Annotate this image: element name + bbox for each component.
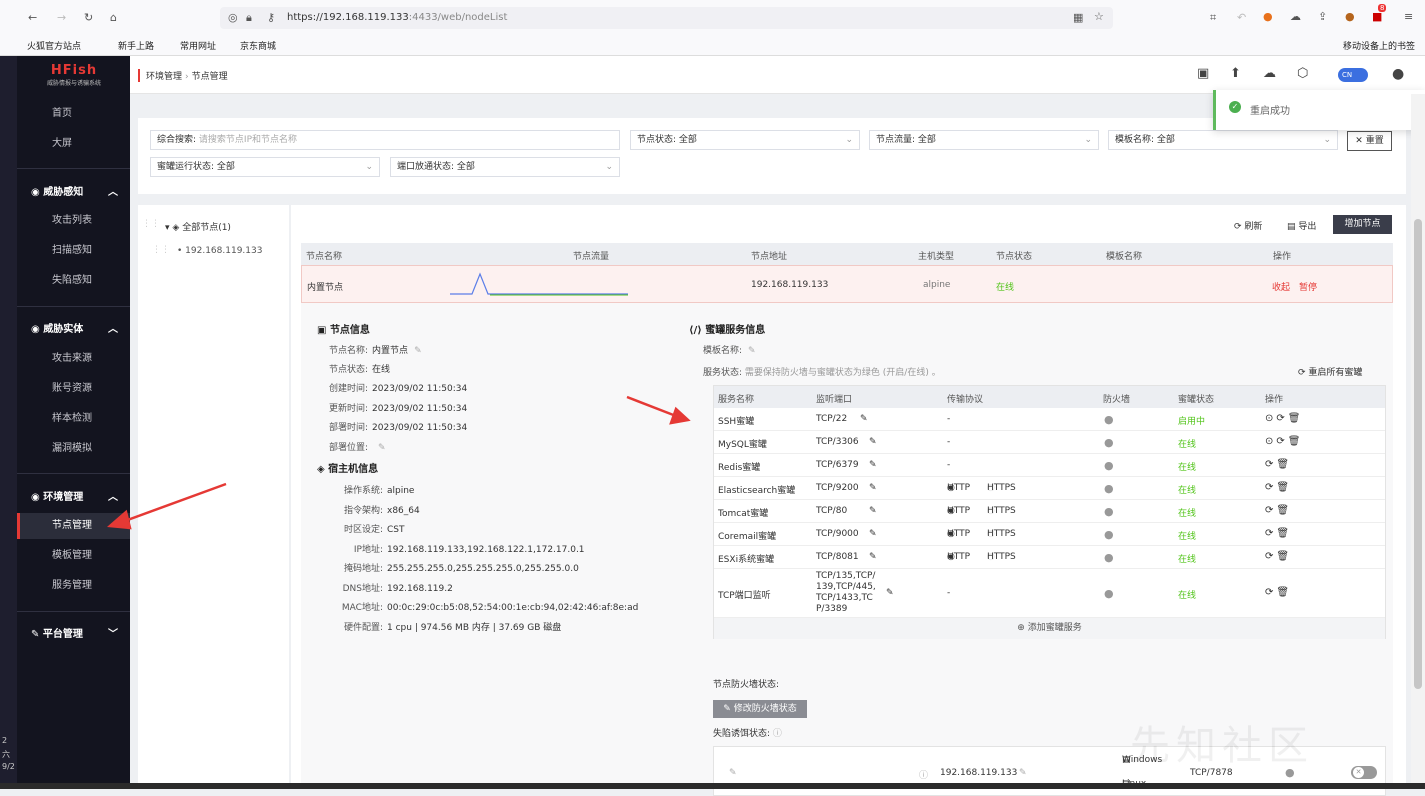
arrow-head-right [669, 406, 691, 425]
watermark: 先知社区 [1130, 723, 1314, 769]
arrow-line-left [121, 482, 227, 524]
scrollbar[interactable] [1411, 94, 1425, 789]
bottom-edge [0, 783, 1425, 789]
arrow-line-right [626, 395, 677, 418]
arrow-head-left [107, 509, 132, 530]
scrollbar-thumb[interactable] [1414, 219, 1422, 689]
annotation-arrows [107, 395, 691, 530]
